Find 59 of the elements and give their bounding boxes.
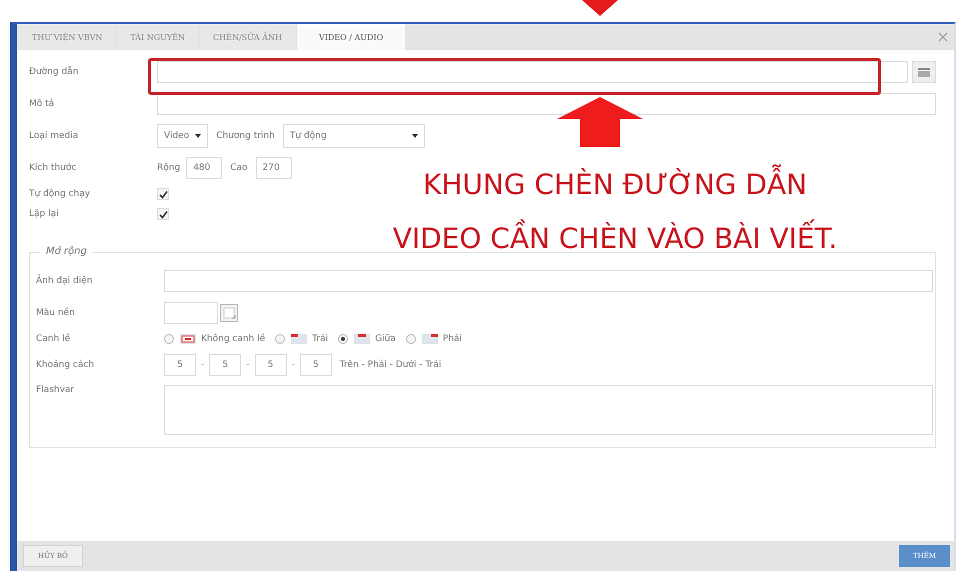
radio-label: Giữa — [375, 334, 396, 344]
field-label: Đường dẫn — [29, 67, 80, 77]
flashvar-field[interactable] — [164, 385, 933, 435]
field-label: Tự động chạy — [29, 189, 92, 199]
spacing-field[interactable]: 5 — [164, 354, 196, 376]
field-label: Canh lề — [36, 334, 72, 344]
section-legend: Mở rộng — [40, 246, 93, 257]
caret-icon — [195, 134, 202, 138]
caret-icon — [412, 134, 418, 138]
separator: - — [246, 360, 250, 370]
tab[interactable]: THƯ VIỆN VBVN — [19, 24, 116, 50]
field-label: Loại media — [29, 131, 80, 141]
field-label: Mô tả — [29, 99, 56, 109]
radio-label: Phải — [442, 334, 462, 344]
browse-button[interactable] — [912, 61, 936, 83]
list-icon — [918, 68, 930, 76]
alignment-icon — [291, 334, 308, 344]
spacing-field[interactable]: 5 — [300, 354, 332, 376]
separator: - — [292, 360, 295, 370]
autoplay-checkbox[interactable] — [157, 188, 169, 200]
radio-button[interactable] — [275, 334, 286, 344]
tab[interactable]: CHÈN/SỬA ẢNH — [200, 24, 295, 50]
alignment-icon — [354, 334, 370, 344]
arrow-tip-drawing — [580, 0, 620, 18]
up-arrow-icon — [557, 97, 643, 147]
color-picker-icon[interactable] — [220, 304, 238, 322]
tab[interactable]: VIDEO / AUDIO — [296, 24, 406, 50]
field-label: Kích thước — [29, 163, 78, 173]
spacing-field[interactable]: 5 — [254, 354, 286, 376]
thumbnail-field[interactable] — [164, 270, 933, 292]
field-label: Flashvar — [36, 385, 76, 395]
height-field[interactable]: 270 — [256, 157, 292, 179]
loop-checkbox[interactable] — [157, 208, 169, 220]
background-color-field[interactable] — [164, 302, 218, 324]
field-label: Chương trình — [216, 131, 275, 141]
field-label: Màu nền — [36, 308, 76, 318]
field-label: Cao — [230, 163, 248, 173]
path-field[interactable] — [157, 61, 908, 83]
radio-button[interactable] — [406, 334, 416, 344]
field-label: Rộng — [157, 163, 180, 173]
separator: - — [201, 360, 204, 370]
radio-button[interactable] — [164, 334, 174, 344]
field-label: Lặp lại — [29, 209, 60, 219]
annotation-text: KHUNG CHÈN ĐƯỜNG DẪN — [422, 160, 808, 208]
annotation-text: VIDEO CẦN CHÈN VÀO BÀI VIẾT. — [392, 214, 838, 262]
field-label: Ảnh đại diện — [36, 276, 94, 286]
tab[interactable]: TÀI NGUYÊN — [117, 24, 198, 50]
width-field[interactable]: 480 — [186, 157, 222, 179]
radio-label: Không canh lề — [201, 334, 266, 344]
alignment-icon — [180, 334, 196, 344]
spacing-field[interactable]: 5 — [209, 354, 242, 376]
alignment-icon — [422, 334, 438, 344]
field-label: Khoảng cách — [36, 360, 96, 370]
radio-button[interactable] — [338, 334, 348, 344]
media-type-dropdown[interactable]: Video — [157, 124, 208, 148]
radio-label: Trái — [312, 334, 328, 344]
spacing-hint: Trên - Phải - Dưới - Trái — [340, 360, 442, 370]
program-dropdown[interactable]: Tự động — [282, 124, 425, 148]
close-icon[interactable] — [938, 32, 948, 42]
